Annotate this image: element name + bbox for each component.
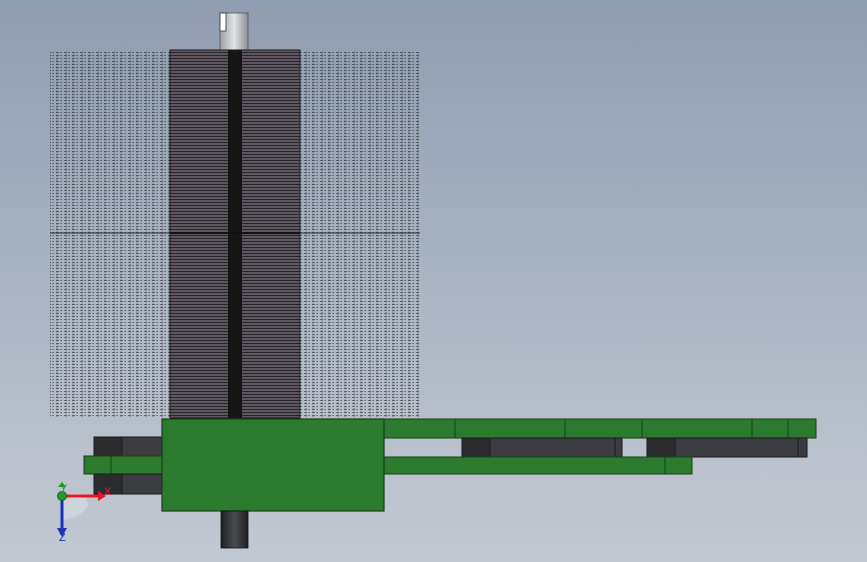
right-lower-rail[interactable]	[382, 456, 693, 475]
left-clamp-upper[interactable]	[93, 436, 165, 458]
coil-wire-bundle[interactable]	[50, 49, 420, 419]
triad-z-label: Z	[59, 532, 66, 544]
right-dark-rail-2[interactable]	[646, 437, 808, 458]
top-shaft[interactable]	[219, 12, 249, 51]
coordinate-triad: X Y Z	[48, 482, 118, 546]
bottom-shaft[interactable]	[220, 510, 249, 549]
left-green-bar[interactable]	[83, 455, 165, 475]
triad-x-label: X	[104, 486, 112, 498]
assembly-model[interactable]	[0, 0, 867, 562]
right-upper-rail[interactable]	[382, 418, 817, 439]
base-block[interactable]	[161, 418, 385, 512]
right-dark-rail-1[interactable]	[461, 437, 623, 458]
triad-y-label: Y	[60, 483, 68, 495]
cad-graphics-area[interactable]: X Y Z	[0, 0, 867, 562]
